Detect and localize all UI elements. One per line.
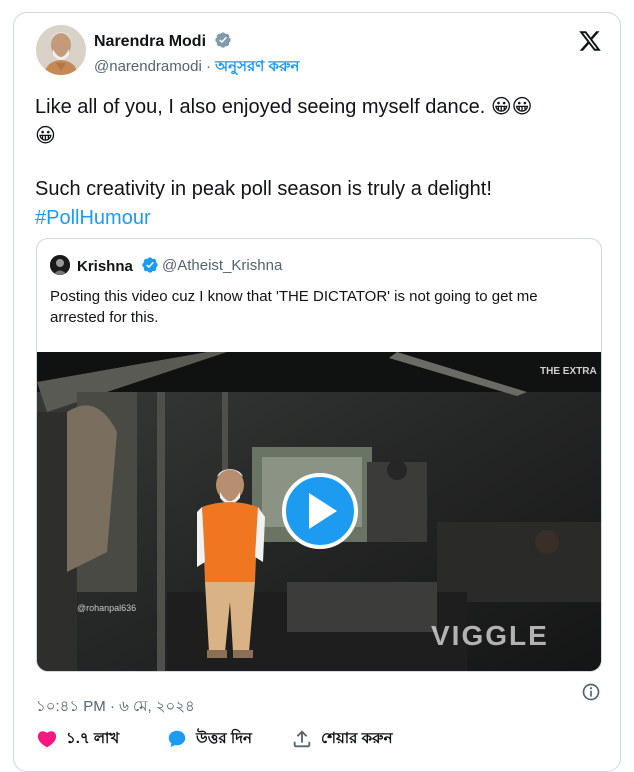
- author-avatar[interactable]: [36, 25, 86, 75]
- reply-label: উত্তর দিন: [196, 729, 252, 747]
- quoted-name-text[interactable]: Krishna: [77, 258, 133, 275]
- action-bar: ১.৭ লাখ উত্তর দিন শেয়ার করুন: [36, 727, 606, 751]
- verified-badge-icon: [215, 32, 232, 48]
- verified-badge-icon: [142, 257, 158, 273]
- hashtag-link[interactable]: #PollHumour: [35, 204, 605, 233]
- quoted-avatar: [50, 255, 70, 275]
- quoted-tweet[interactable]: Krishna @Atheist_Krishna Posting this vi…: [36, 238, 602, 672]
- author-name-text[interactable]: Narendra Modi: [94, 33, 206, 50]
- reply-bubble-icon: [168, 730, 186, 748]
- share-label: শেয়ার করুন: [321, 729, 393, 747]
- x-logo-icon[interactable]: [578, 29, 602, 53]
- video-watermark-top: THE EXTRA: [540, 366, 597, 377]
- play-icon[interactable]: [282, 473, 358, 549]
- tweet-line-1: Like all of you, I also enjoyed seeing m…: [35, 96, 533, 118]
- tweet-text: Like all of you, I also enjoyed seeing m…: [35, 93, 605, 233]
- video-credit: @rohanpal636: [77, 603, 136, 613]
- video-player[interactable]: THE EXTRA @rohanpal636 VIGGLE: [37, 352, 601, 671]
- share-icon: [293, 730, 311, 748]
- quoted-text: Posting this video cuz I know that 'THE …: [50, 288, 538, 326]
- author-name[interactable]: Narendra Modi: [94, 31, 232, 51]
- author-handle[interactable]: @narendramodi: [94, 58, 202, 75]
- tweet-line-3: Such creativity in peak poll season is t…: [35, 178, 492, 200]
- like-count: ১.৭ লাখ: [66, 729, 120, 747]
- video-thumbnail: THE EXTRA @rohanpal636 VIGGLE: [37, 352, 601, 671]
- timestamp[interactable]: ১০:৪১ PM · ৬ মে, ২০২৪: [36, 695, 195, 720]
- share-button[interactable]: শেয়ার করুন: [291, 727, 393, 751]
- info-icon[interactable]: [581, 682, 601, 702]
- tweet-card: Narendra Modi @narendramodi · অনুসরণ করু…: [13, 12, 621, 772]
- author-handle-line: @narendramodi · অনুসরণ করুন: [94, 55, 299, 80]
- heart-icon: [37, 731, 57, 748]
- quoted-name[interactable]: Krishna: [77, 256, 159, 275]
- like-button[interactable]: ১.৭ লাখ: [36, 727, 119, 751]
- tweet-line-2: 😀: [35, 125, 56, 147]
- follow-button[interactable]: অনুসরণ করুন: [215, 58, 299, 75]
- handle-separator: ·: [205, 58, 211, 75]
- reply-button[interactable]: উত্তর দিন: [166, 727, 252, 751]
- video-watermark-bottom: VIGGLE: [431, 620, 549, 651]
- quoted-handle[interactable]: @Atheist_Krishna: [162, 257, 282, 274]
